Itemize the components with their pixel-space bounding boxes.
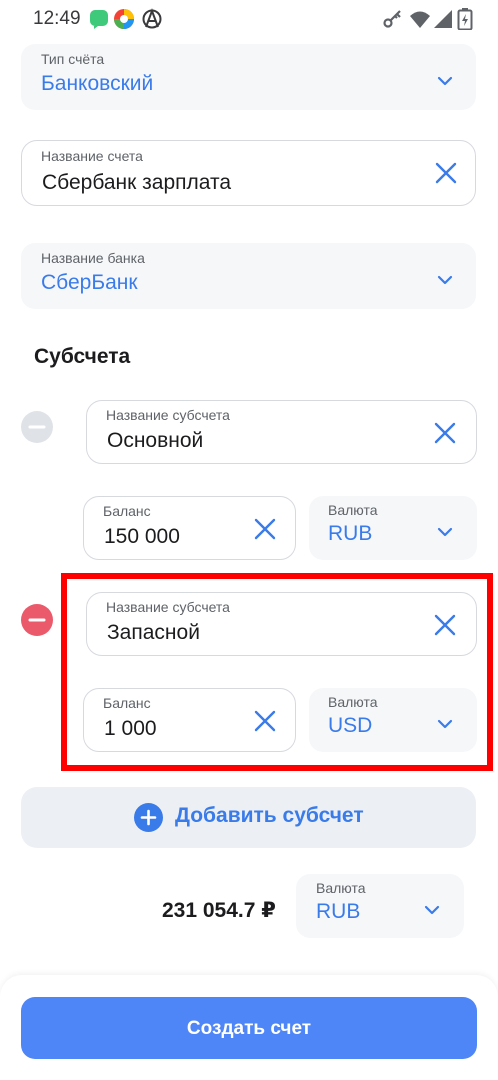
subaccount-name-field[interactable]: Название субсчета Запасной [86, 592, 477, 656]
account-type-value: Банковский [41, 72, 154, 95]
anarchy-icon [141, 8, 163, 30]
account-name-value[interactable]: Сбербанк зарплата [42, 171, 231, 195]
subaccount-name-value[interactable]: Основной [107, 429, 203, 453]
balance-value[interactable]: 150 000 [104, 525, 180, 549]
account-type-label: Тип счёта [41, 51, 105, 67]
add-subaccount-label: Добавить субсчет [175, 804, 364, 827]
chevron-down-icon [436, 74, 454, 86]
chevron-down-icon [423, 903, 441, 915]
subaccount-currency-select[interactable]: Валюта USD [309, 688, 477, 752]
clear-account-name-icon[interactable] [434, 161, 458, 185]
clear-subaccount-name-icon[interactable] [433, 421, 457, 445]
chevron-down-icon [436, 717, 454, 729]
bank-name-label: Название банка [41, 250, 145, 266]
subaccount-name-label: Название субсчета [106, 599, 230, 615]
battery-icon [457, 8, 473, 31]
currency-label: Валюта [316, 880, 366, 896]
wifi-icon [409, 8, 431, 30]
total-amount: 231 054.7 ₽ [162, 899, 276, 922]
currency-value: RUB [316, 900, 361, 923]
currency-value: RUB [328, 522, 373, 545]
signal-icon [432, 8, 454, 30]
clear-subaccount-name-icon[interactable] [433, 613, 457, 637]
subaccount-name-label: Название субсчета [106, 407, 230, 423]
status-time: 12:49 [33, 8, 81, 29]
balance-label: Баланс [103, 695, 151, 711]
key-icon [382, 8, 404, 30]
subaccount-balance-field[interactable]: Баланс 150 000 [83, 496, 296, 560]
total-currency-select[interactable]: Валюта RUB [296, 874, 464, 938]
remove-subaccount-button[interactable] [21, 604, 53, 636]
colorful-app-icon [113, 8, 135, 30]
subaccount-balance-field[interactable]: Баланс 1 000 [83, 688, 296, 752]
create-account-button[interactable]: Создать счет [21, 997, 477, 1059]
bank-name-value: СберБанк [41, 271, 138, 294]
account-name-label: Название счета [41, 148, 143, 164]
subaccounts-title: Субсчета [34, 345, 131, 368]
clear-balance-icon[interactable] [253, 517, 277, 541]
subaccount-name-value[interactable]: Запасной [107, 621, 200, 645]
clear-balance-icon[interactable] [253, 709, 277, 733]
remove-subaccount-button[interactable] [21, 411, 53, 443]
subaccount-currency-select[interactable]: Валюта RUB [309, 496, 477, 560]
chevron-down-icon [436, 525, 454, 537]
bank-name-select[interactable]: Название банка СберБанк [21, 243, 476, 309]
account-name-field[interactable]: Название счета Сбербанк зарплата [21, 140, 476, 206]
balance-label: Баланс [103, 503, 151, 519]
add-subaccount-button[interactable]: Добавить субсчет [21, 787, 476, 848]
currency-value: USD [328, 714, 373, 737]
subaccount-name-field[interactable]: Название субсчета Основной [86, 400, 477, 464]
chat-app-icon [88, 8, 110, 30]
currency-label: Валюта [328, 694, 378, 710]
currency-label: Валюта [328, 502, 378, 518]
chevron-down-icon [436, 273, 454, 285]
create-account-label: Создать счет [186, 1018, 312, 1039]
plus-icon [134, 803, 163, 832]
balance-value[interactable]: 1 000 [104, 717, 157, 741]
account-type-select[interactable]: Тип счёта Банковский [21, 44, 476, 110]
